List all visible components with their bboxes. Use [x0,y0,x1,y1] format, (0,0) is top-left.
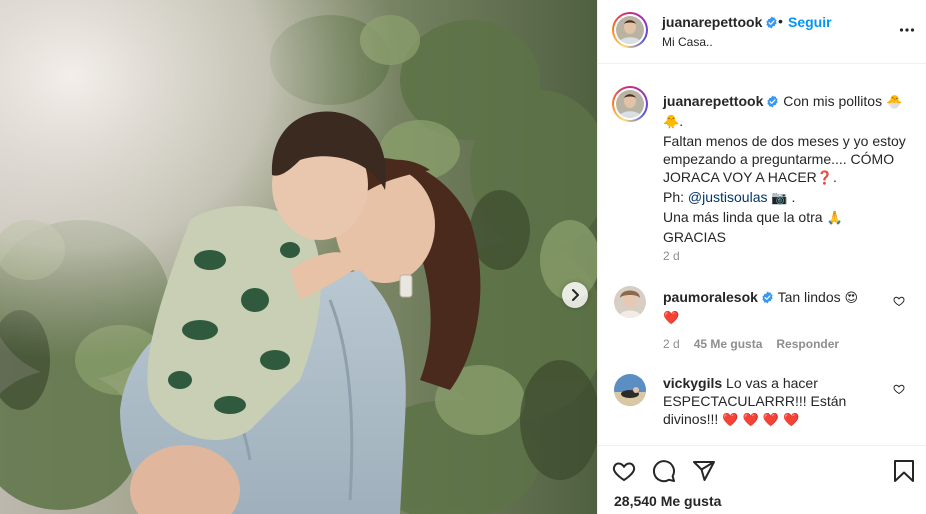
author-avatar[interactable] [612,12,648,48]
comments-section[interactable]: juanarepettook Con mis pollitos 🐣 🐥. Fal… [598,64,926,445]
caption-time[interactable]: 2 d [663,249,680,263]
comment-like-icon[interactable] [893,295,905,307]
comment-item: vickygils Lo vas a hacer ESPECTACULARRR!… [663,374,883,430]
caption-avatar-image [616,90,644,118]
caption-line1: Con mis pollitos [783,93,883,109]
caption-author-avatar[interactable] [612,86,648,122]
photo-credit-prefix: Ph: [663,189,685,205]
photo-credit-end: . [791,189,796,205]
author-avatar-image [616,16,644,44]
comment-username[interactable]: paumoralesok [663,289,758,305]
hatching-chick-emoji: 🐣 [885,95,903,110]
instagram-post: juanarepettook • Seguir Mi Casa.. juanar… [0,0,926,514]
heart-eyes-emoji: 😍 [844,291,859,306]
comment-username[interactable]: vickygils [663,375,722,391]
post-photo[interactable] [0,0,597,514]
commenter-avatar-image [614,286,646,318]
caption-line3-end: . [832,169,837,185]
post-location[interactable]: Mi Casa.. [662,35,713,49]
paper-plane-icon[interactable] [692,459,716,483]
question-emoji: ❓ [816,171,833,186]
verified-badge-icon [762,291,773,304]
red-hearts-emoji: ❤️ ❤️ ❤️ ❤️ [722,413,800,428]
comment-text: Tan lindos [777,289,841,305]
caption-line6: GRACIAS [663,229,727,245]
reply-button[interactable]: Responder [776,337,839,351]
comment-time[interactable]: 2 d [663,337,680,351]
verified-badge-icon [767,95,778,108]
caption-line2-end: . [679,113,684,129]
caption-username[interactable]: juanarepettook [663,93,763,109]
chick-emoji: 🐥 [663,115,680,130]
header-bullet: • [778,13,783,29]
caption-line5: Una más linda que la otra [663,209,823,225]
commenter-avatar[interactable] [614,286,646,318]
more-options-icon[interactable] [899,22,915,38]
comment-likes[interactable]: 45 Me gusta [694,337,763,351]
author-username[interactable]: juanarepettook [662,14,778,30]
comment-icon[interactable] [652,459,676,483]
red-heart-emoji: ❤️ [663,311,680,326]
photo-credit-mention[interactable]: @justisoulas [688,189,768,205]
comment-item: paumoralesok Tan lindos 😍 ❤️ [663,288,883,328]
post-image [0,0,597,514]
commenter-avatar-image [614,374,646,406]
post-side-panel: juanarepettook • Seguir Mi Casa.. juanar… [597,0,926,514]
author-username-text[interactable]: juanarepettook [662,14,762,30]
next-photo-button[interactable] [562,282,588,308]
comment-like-icon[interactable] [893,383,905,395]
heart-icon[interactable] [612,459,636,483]
caption-line3: Faltan menos de dos meses y yo estoy emp… [663,133,906,185]
post-caption: juanarepettook Con mis pollitos 🐣 🐥. Fal… [663,92,913,246]
chevron-right-icon [572,289,579,301]
post-header: juanarepettook • Seguir Mi Casa.. [598,0,926,64]
praying-hands-emoji: 🙏 [826,211,843,226]
likes-count[interactable]: 28,540 Me gusta [614,493,721,509]
camera-emoji: 📷 [771,191,788,206]
comment-meta: 2 d 45 Me gusta Responder [663,337,839,351]
commenter-avatar[interactable] [614,374,646,406]
post-actions: 28,540 Me gusta [598,445,926,514]
bookmark-icon[interactable] [893,459,915,483]
verified-badge-icon [766,16,777,29]
caption-meta: 2 d [663,249,680,263]
follow-button[interactable]: Seguir [788,14,832,30]
